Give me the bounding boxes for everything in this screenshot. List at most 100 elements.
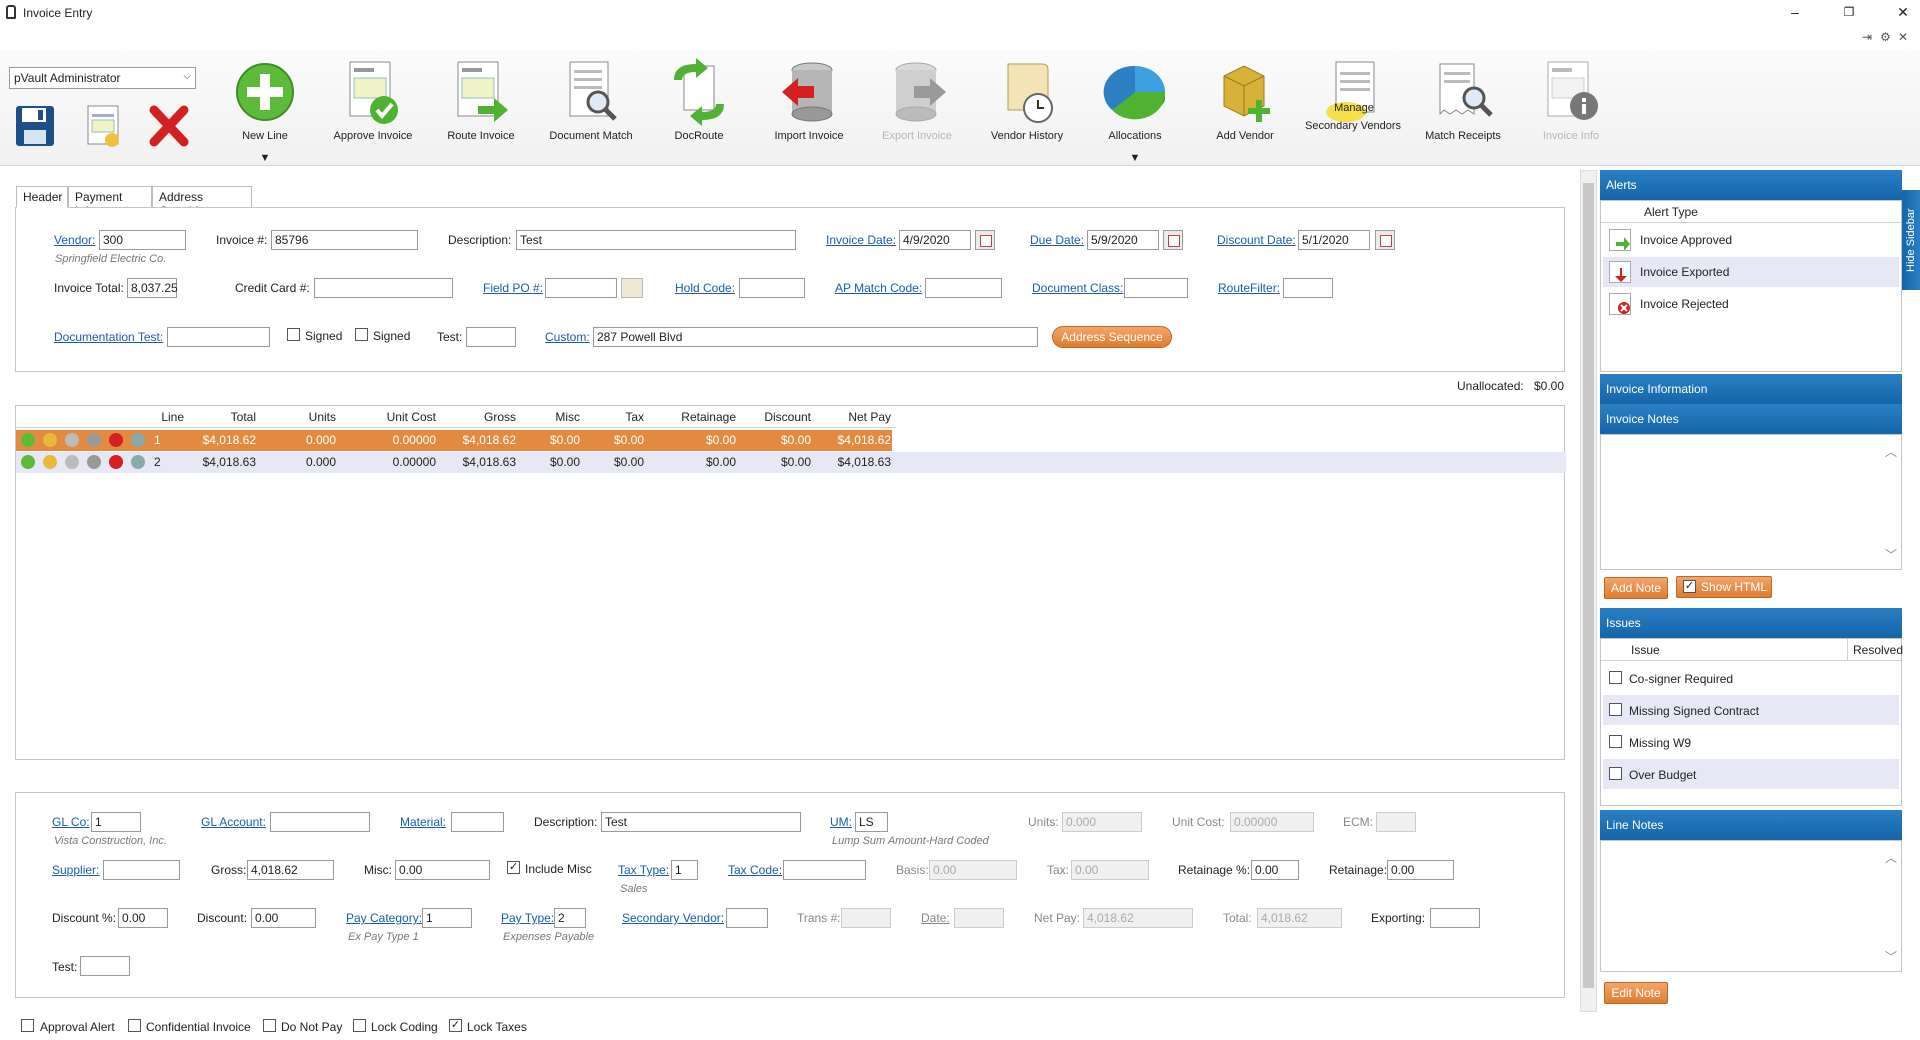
line-description-field[interactable]: Test [601,812,801,832]
line-notes-header[interactable]: Line Notes [1600,810,1902,840]
scroll-down-icon[interactable]: ﹀ [1885,948,1897,965]
invoice-total-field[interactable]: 8,037.25 [127,278,178,298]
col-discount[interactable]: Discount [736,410,811,424]
um-link[interactable]: UM: [830,815,852,829]
exporting-field[interactable] [1430,908,1480,928]
col-line[interactable]: Line [154,410,184,424]
allocations-button[interactable]: Allocations ▼ [1080,56,1190,164]
pay-type-field[interactable]: 2 [554,908,586,928]
invoice-info-button[interactable]: Invoice Info [1516,56,1626,143]
tax-field[interactable]: 0.00 [1071,860,1149,880]
line-test-field[interactable] [80,956,130,976]
invoice-notes-header[interactable]: Invoice Notes [1600,404,1902,434]
row-attach-icon[interactable] [131,455,145,469]
pay-type-link[interactable]: Pay Type: [501,911,554,925]
resolved-column[interactable]: Resolved [1853,643,1903,657]
due-date-field[interactable]: 5/9/2020 [1087,230,1159,250]
date-link[interactable]: Date: [921,911,950,925]
tab-payment-info[interactable]: Payment Info [68,186,152,218]
user-select[interactable]: pVault Administrator ⌵ [9,67,196,89]
approve-invoice-button[interactable]: Approve Invoice [318,56,428,143]
field-po-link[interactable]: Field PO #: [483,281,543,295]
approval-alert-checkbox[interactable] [21,1019,34,1032]
discount-pct-field[interactable]: 0.00 [118,908,168,928]
custom-link[interactable]: Custom: [545,330,590,344]
row-split-icon[interactable] [65,455,79,469]
col-total[interactable]: Total [196,410,256,424]
route-filter-link[interactable]: RouteFilter: [1218,281,1280,295]
total-field[interactable]: 4,018.62 [1257,908,1342,928]
list-item[interactable]: Missing Signed Contract [1603,695,1899,725]
new-line-dropdown-icon[interactable]: ▼ [210,152,320,164]
um-field[interactable]: LS [855,812,888,832]
trans-field[interactable] [841,908,891,928]
discount-field[interactable]: 0.00 [251,908,316,928]
credit-card-field[interactable] [314,278,453,298]
row-gear-icon[interactable] [87,433,101,447]
issue-checkbox[interactable] [1609,671,1622,684]
row-copy-icon[interactable] [43,455,57,469]
list-item[interactable]: Invoice Rejected [1603,289,1899,319]
units-field[interactable]: 0.000 [1062,812,1142,832]
material-field[interactable] [451,812,504,832]
new-line-button[interactable]: New Line ▼ [210,56,320,164]
misc-field[interactable]: 0.00 [395,860,490,880]
tax-code-field[interactable] [783,860,866,880]
list-item[interactable]: Missing W9 [1603,727,1899,757]
scrollbar-thumb[interactable] [1583,183,1594,988]
row-delete-icon[interactable] [109,455,123,469]
vendor-link[interactable]: Vendor: [54,233,95,247]
document-match-button[interactable]: Document Match [536,56,646,143]
vendor-field[interactable]: 300 [99,230,186,250]
list-item[interactable]: Invoice Exported [1603,257,1899,287]
row-add-icon[interactable] [21,433,35,447]
date-field[interactable] [954,908,1004,928]
row-attach-icon[interactable] [131,433,145,447]
list-item[interactable]: Co-signer Required [1603,663,1899,693]
col-unit-cost[interactable]: Unit Cost [356,410,436,424]
invoice-date-field[interactable]: 4/9/2020 [899,230,971,250]
field-po-lookup-icon[interactable] [621,278,643,298]
row-delete-icon[interactable] [109,433,123,447]
scroll-down-icon[interactable]: ﹀ [1885,546,1897,563]
signed-checkbox-1[interactable] [287,328,300,341]
documentation-test-link[interactable]: Documentation Test: [54,330,163,344]
main-scrollbar[interactable] [1580,170,1597,1012]
invoice-notes-area[interactable]: ︿ ﹀ [1600,434,1902,570]
row-add-icon[interactable] [21,455,35,469]
include-misc-checkbox[interactable]: ✓ [507,861,520,874]
col-gross[interactable]: Gross [456,410,516,424]
custom-field[interactable]: 287 Powell Blvd [593,327,1038,347]
route-invoice-button[interactable]: Route Invoice [426,56,536,143]
issue-checkbox[interactable] [1609,703,1622,716]
gl-co-field[interactable]: 1 [91,812,141,832]
close-window-button[interactable]: ✕ [1888,2,1918,22]
scroll-up-icon[interactable]: ︿ [1885,443,1897,460]
restore-button[interactable]: ❐ [1834,2,1864,22]
issue-column[interactable]: Issue [1631,643,1660,657]
list-item[interactable]: Over Budget [1603,759,1899,789]
hide-sidebar-tab[interactable]: Hide Sidebar [1902,190,1920,290]
documentation-test-field[interactable] [167,327,270,347]
discount-date-field[interactable]: 5/1/2020 [1298,230,1370,250]
line-notes-area[interactable]: ︿ ﹀ [1600,840,1902,972]
pay-category-link[interactable]: Pay Category: [346,911,422,925]
field-po-field[interactable] [545,278,617,298]
material-link[interactable]: Material: [400,815,446,829]
test-field[interactable] [466,327,516,347]
supplier-link[interactable]: Supplier: [52,863,99,877]
hold-code-field[interactable] [739,278,805,298]
col-tax[interactable]: Tax [606,410,644,424]
confidential-invoice-checkbox[interactable] [128,1019,141,1032]
do-not-pay-checkbox[interactable] [263,1019,276,1032]
copy-invoice-icon[interactable] [80,102,126,150]
list-item[interactable]: Invoice Approved [1603,225,1899,255]
route-filter-field[interactable] [1283,278,1333,298]
row-gear-icon[interactable] [87,455,101,469]
export-invoice-button[interactable]: Export Invoice [862,56,972,143]
gl-account-link[interactable]: GL Account: [201,815,266,829]
due-date-link[interactable]: Due Date: [1030,233,1084,247]
ap-match-code-link[interactable]: AP Match Code: [835,281,922,295]
unit-cost-field[interactable]: 0.00000 [1230,812,1314,832]
issues-header[interactable]: Issues [1600,608,1902,638]
